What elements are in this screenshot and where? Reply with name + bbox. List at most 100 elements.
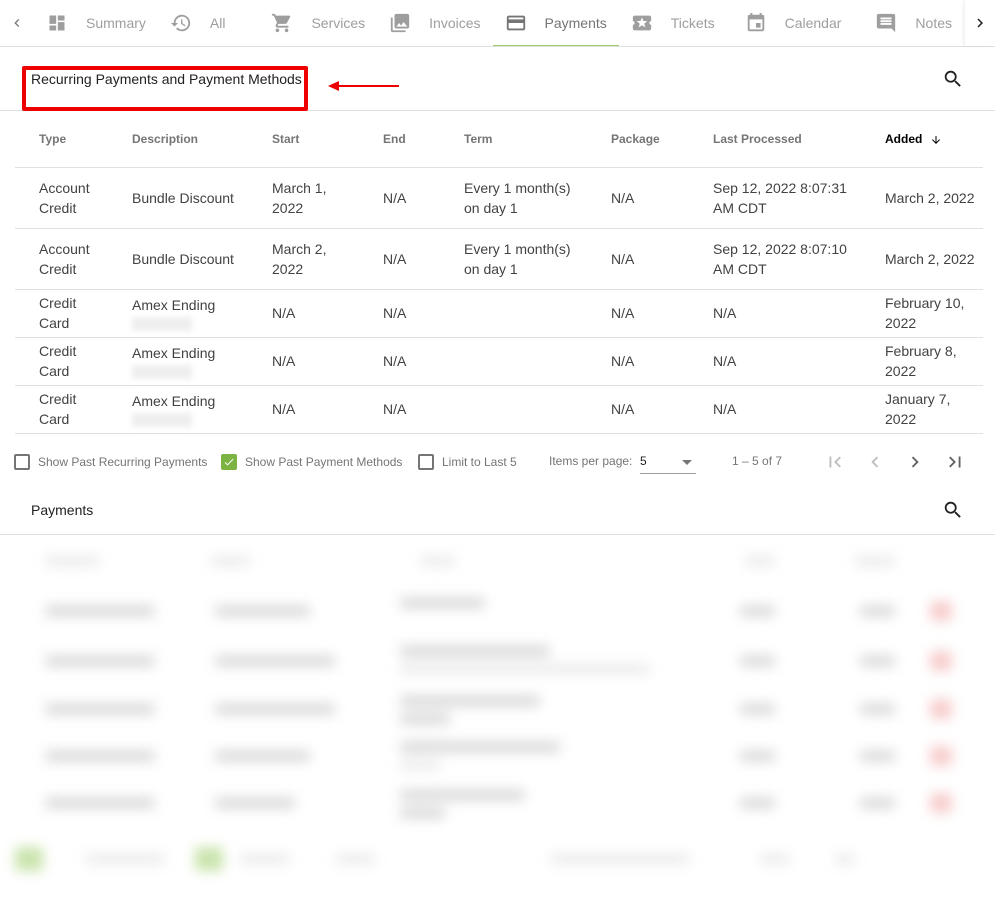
recurring-search-button[interactable] [941,67,965,91]
redacted-text [860,797,895,809]
cell-term: Every 1 month(s) on day 1 [440,228,587,290]
cell-package: N/A [587,167,689,229]
items-per-page-select[interactable]: 5 [640,450,696,474]
show-past-recurring-checkbox[interactable]: Show Past Recurring Payments [14,454,207,470]
tab-label: Tickets [670,15,715,31]
cell-start: N/A [248,385,359,434]
redacted-action [930,793,952,813]
cell-term [440,385,587,434]
search-icon [944,70,961,87]
cell-term [440,337,587,386]
redacted-text [400,741,560,753]
redacted-action [930,746,952,766]
redacted-text [420,555,455,567]
ticket-star-icon [631,12,653,34]
tab-services[interactable]: Services [259,0,377,46]
tab-invoices[interactable]: Invoices [377,0,492,46]
redacted-text [400,713,450,725]
cell-end: N/A [359,337,440,386]
table-row[interactable]: Account Credit Bundle Discount March 2, … [15,228,983,290]
table-row[interactable]: Credit Card Amex Ending N/A N/A N/A N/A … [15,289,983,338]
checkmark-icon [224,458,234,466]
redacted-text [85,853,165,865]
first-page-button[interactable] [823,450,847,474]
table-row[interactable]: Credit Card Amex Ending N/A N/A N/A N/A … [15,337,983,386]
cell-added: March 2, 2022 [861,167,983,229]
tab-label: All [209,15,226,31]
page-range-label: 1 – 5 of 7 [732,454,783,468]
cell-term: Every 1 month(s) on day 1 [440,167,587,229]
recurring-table: Type Description Start End Term Package … [15,112,983,434]
tab-bar: Summary All Services Invoices Payments T… [0,0,995,47]
table-row[interactable]: Credit Card Amex Ending N/A N/A N/A N/A … [15,385,983,434]
redacted-text [740,703,775,715]
redacted-checkbox [15,847,43,871]
payments-search-button[interactable] [941,498,965,522]
tabs-prev-button[interactable] [0,0,34,46]
column-header-package[interactable]: Package [587,112,689,168]
show-past-payment-methods-checkbox[interactable]: Show Past Payment Methods [221,454,402,470]
checkbox-box[interactable] [14,454,30,470]
last-page-button[interactable] [943,450,967,474]
description-text: Amex Ending [132,297,216,313]
cell-end: N/A [359,228,440,290]
redacted-text [400,597,485,609]
previous-page-button[interactable] [863,450,887,474]
redacted-text [740,605,775,617]
redacted-text [400,663,650,675]
redacted-card-number [132,317,192,331]
redacted-text [550,853,690,865]
payments-section-title: Payments [31,501,94,518]
column-header-type[interactable]: Type [15,112,108,168]
cell-term [440,289,587,338]
cell-start: N/A [248,337,359,386]
tab-payments[interactable]: Payments [492,0,620,46]
redacted-text [215,797,295,809]
photo-library-icon [389,12,411,34]
column-header-start[interactable]: Start [248,112,359,168]
chevron-left-icon [14,19,20,27]
cell-description: Bundle Discount [108,167,248,229]
tabs-next-button[interactable] [965,0,995,46]
arrow-down-icon [932,136,941,145]
tabs: Summary All Services Invoices Payments T… [34,0,995,46]
cell-last-processed: N/A [689,385,861,434]
tab-all[interactable]: All [158,0,238,46]
checkbox-label: Show Past Payment Methods [245,455,403,469]
redacted-text [855,555,895,567]
next-page-button[interactable] [903,450,927,474]
redacted-text [215,703,335,715]
redacted-text [860,605,895,617]
cell-type: Credit Card [15,385,108,434]
chevron-right-icon [911,456,919,468]
cell-last-processed: Sep 12, 2022 8:07:10 AM CDT [689,228,861,290]
tab-label: Summary [86,15,146,31]
cell-type: Account Credit [15,167,108,229]
redacted-text [45,750,155,762]
limit-to-last-5-checkbox[interactable]: Limit to Last 5 [418,454,517,470]
column-header-description[interactable]: Description [108,112,248,168]
annotation-arrow-icon [328,81,399,91]
tab-calendar[interactable]: Calendar [733,0,854,46]
redacted-text [400,789,525,801]
checkbox-box[interactable] [221,454,237,470]
checkbox-box[interactable] [418,454,434,470]
tab-summary[interactable]: Summary [34,0,158,46]
column-header-end[interactable]: End [359,112,440,168]
redacted-action [930,699,952,719]
tab-notes[interactable]: Notes [863,0,964,46]
redacted-text [215,605,310,617]
cell-start: N/A [248,289,359,338]
checkbox-label: Show Past Recurring Payments [38,455,208,469]
redacted-text [45,555,100,567]
tab-label: Invoices [429,15,481,31]
tab-tickets[interactable]: Tickets [619,0,727,46]
column-header-last-processed[interactable]: Last Processed [689,112,861,168]
column-header-added[interactable]: Added [861,112,983,168]
recurring-table-footer: Show Past Recurring Payments Show Past P… [0,441,995,483]
chevron-left-icon [871,456,879,468]
column-header-term[interactable]: Term [440,112,587,168]
table-row[interactable]: Account Credit Bundle Discount March 1, … [15,167,983,229]
cell-start: March 2, 2022 [248,228,359,290]
redacted-text [335,853,375,865]
